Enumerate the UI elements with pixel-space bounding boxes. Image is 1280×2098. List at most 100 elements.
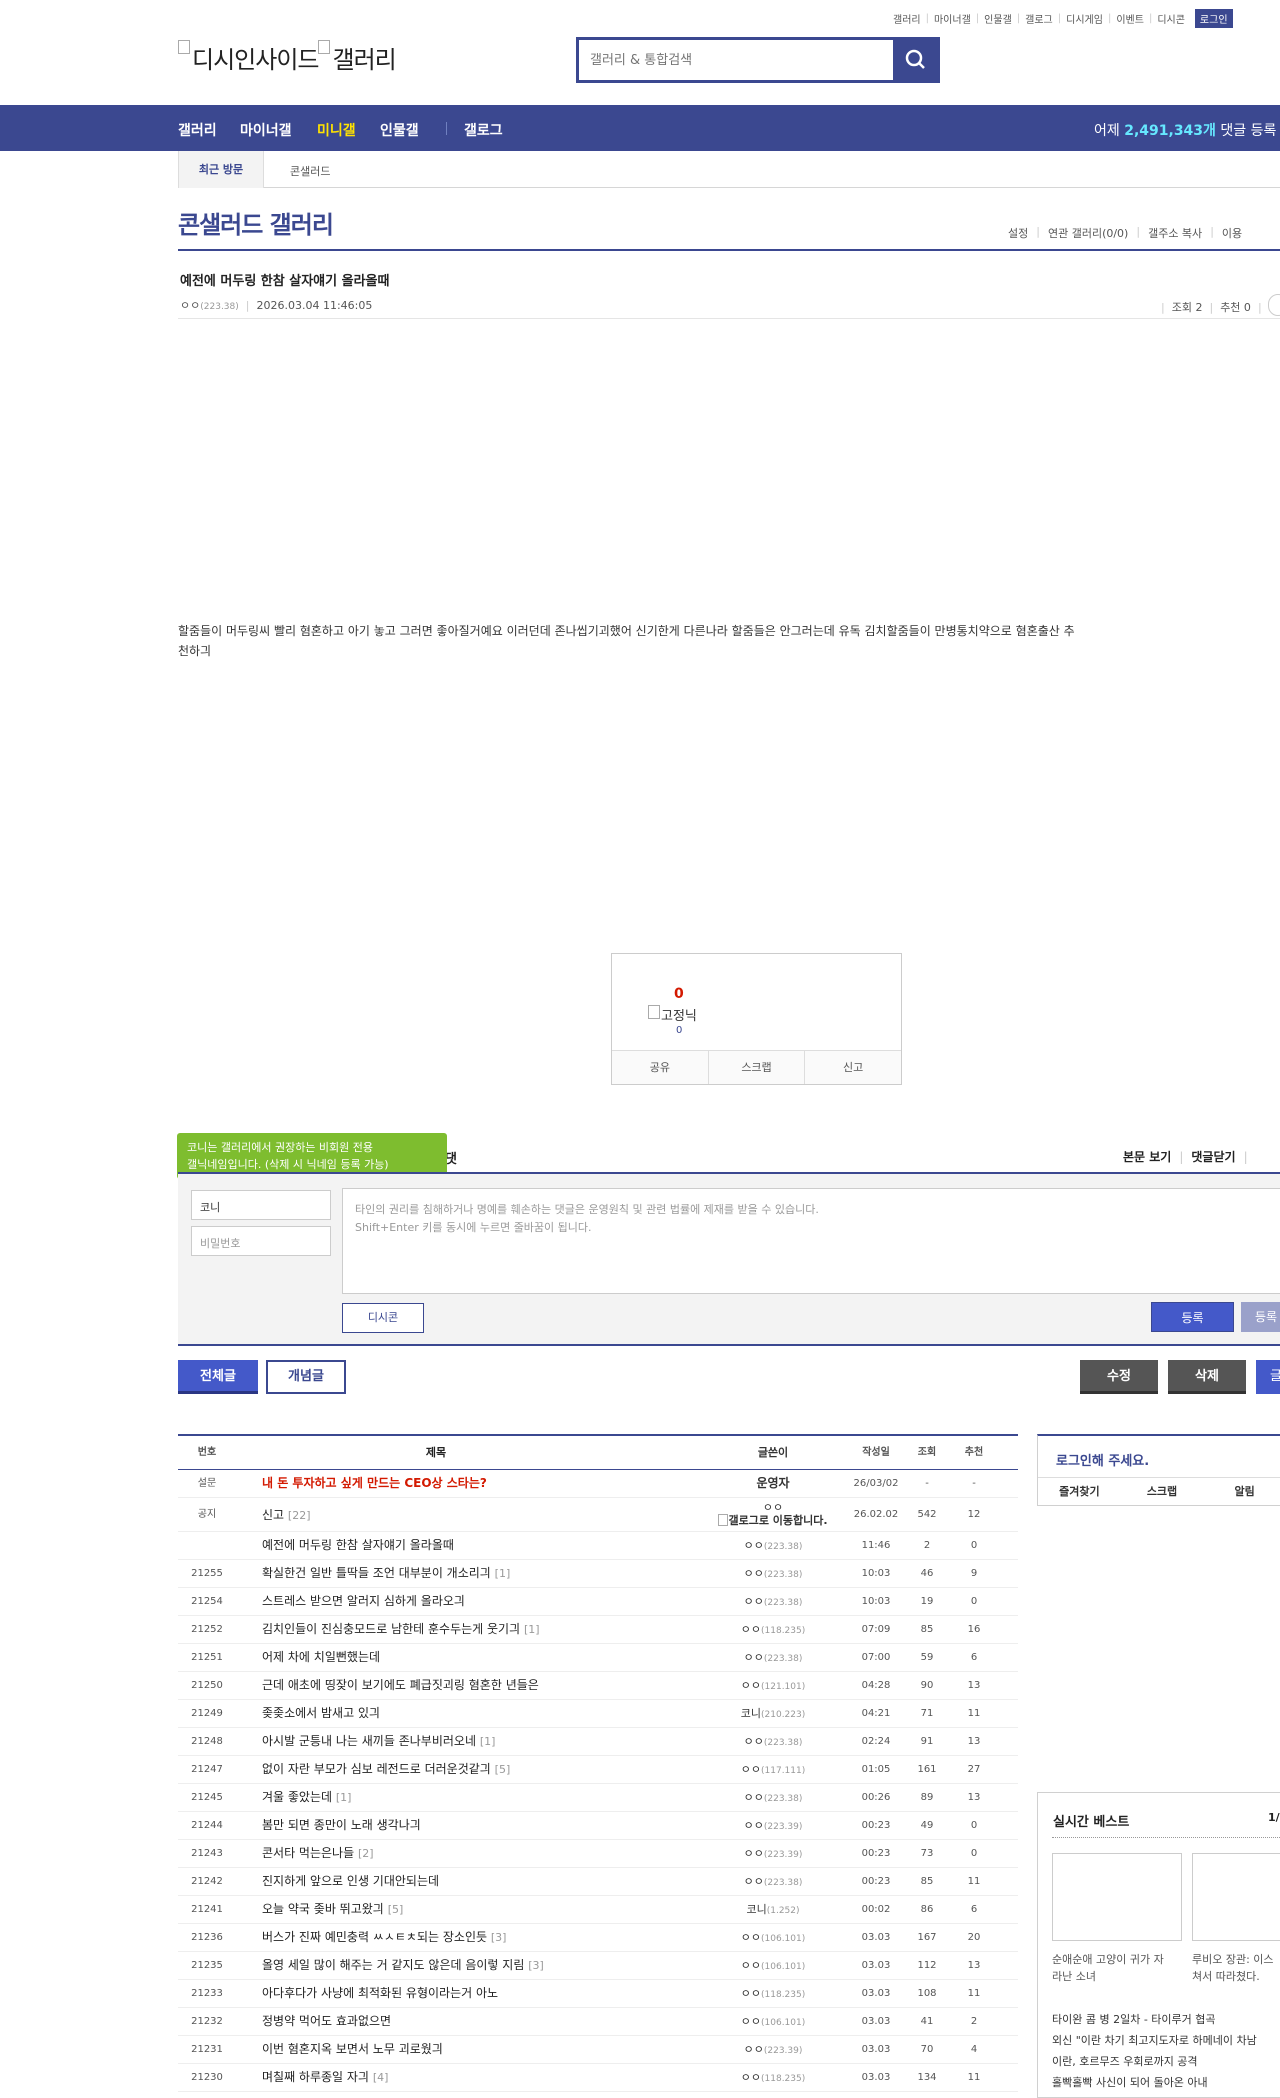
best-caption-1[interactable]: 순애순애 고양이 귀가 자 라난 소녀 xyxy=(1052,1951,1184,1985)
row-writer[interactable]: ㅇㅇ(117.111) xyxy=(698,1756,848,1785)
login-button[interactable]: 로그인 xyxy=(1194,9,1233,28)
table-row[interactable]: 예전에 머두링 한참 살자얘기 올라올때 ㅇㅇ(223.38) 11:46 2 0 xyxy=(178,1532,1018,1560)
row-writer[interactable]: ㅇㅇ(223.38) xyxy=(698,1784,848,1813)
table-row[interactable]: 21247 없이 자란 부모가 심보 레전드로 더러운것같긔 [5] ㅇㅇ(117.… xyxy=(178,1756,1018,1784)
site-logo[interactable]: 디시인사이드 갤러리 xyxy=(178,40,397,75)
dccon-button[interactable]: 디시콘 xyxy=(342,1303,424,1333)
option-copy-url[interactable]: 갤주소 복사 xyxy=(1148,225,1202,241)
scrap-list-button[interactable]: 스크랩 xyxy=(1121,1478,1204,1505)
row-title[interactable]: 없이 자란 부모가 심보 레전드로 더러운것같긔 [5] xyxy=(262,1756,722,1783)
table-row[interactable]: 21244 봄만 되면 종만이 노래 생각나긔 ㅇㅇ(223.39) 00:23 49… xyxy=(178,1812,1018,1840)
table-row[interactable]: 21248 아시발 군틍내 나는 새끼들 존나부비러오네 [1] ㅇㅇ(223.38… xyxy=(178,1728,1018,1756)
table-row[interactable]: 21254 스트레스 받으면 알러지 심하게 올라오긔 ㅇㅇ(223.38) 10:… xyxy=(178,1588,1018,1616)
row-writer[interactable]: ㅇㅇ 갤로그로 이동합니다. xyxy=(698,1501,848,1527)
row-title[interactable]: 확실한건 일반 틀딱들 조언 대부분이 개소리긔 [1] xyxy=(262,1560,722,1587)
row-title[interactable]: 좆좆소에서 밤새고 있긔 xyxy=(262,1700,722,1727)
recent-item[interactable]: 콘샐러드 xyxy=(290,163,330,179)
best-item[interactable]: 이란, 호르무즈 우회로까지 공격 xyxy=(1052,2053,1198,2069)
row-writer[interactable]: ㅇㅇ(223.38) xyxy=(698,1588,848,1617)
best-item[interactable]: 홀빡홀빡 사신이 되어 돌아온 아내 xyxy=(1052,2074,1208,2090)
row-title[interactable]: 버스가 진짜 예민충력 ㅆㅅㅌㅊ되는 장소인듯 [3] xyxy=(262,1924,722,1951)
best-thumbnail-2[interactable] xyxy=(1192,1853,1280,1941)
row-title-text[interactable]: 정병약 먹어도 효과없으면 xyxy=(262,2014,391,2028)
row-title-text[interactable]: 신고 xyxy=(262,1508,284,1522)
row-title-text[interactable]: 없이 자란 부모가 심보 레전드로 더러운것같긔 xyxy=(262,1762,491,1776)
table-row[interactable]: 21251 어제 차에 치일뻔했는데 ㅇㅇ(223.38) 07:00 59 6 xyxy=(178,1644,1018,1672)
comment-count-circle[interactable] xyxy=(1268,294,1280,316)
nav-mini[interactable]: 미니갤 xyxy=(317,120,356,140)
table-row[interactable]: 21250 근데 애초에 띵잦이 보기에도 폐급짓괴링 혐혼한 년들은 ㅇㅇ(12… xyxy=(178,1672,1018,1700)
best-thumbnail-1[interactable] xyxy=(1052,1853,1182,1941)
toplink-person[interactable]: 인물갤 xyxy=(984,11,1012,26)
row-title-text[interactable]: 예전에 머두링 한참 살자얘기 올라올때 xyxy=(262,1538,454,1552)
write-button[interactable]: 글 xyxy=(1256,1360,1280,1394)
table-row[interactable]: 21230 며칠째 하루종일 자긔 [4] ㅇㅇ(118.235) 03.03 134 1… xyxy=(178,2064,1018,2092)
row-reply-count[interactable]: [1] xyxy=(336,1791,352,1804)
toplink-gallery[interactable]: 갤러리 xyxy=(893,11,921,26)
best-item[interactable]: 외신 "이란 차기 최고지도자로 하메네이 차남 xyxy=(1052,2032,1257,2048)
row-writer[interactable]: ㅇㅇ(223.38) xyxy=(698,1728,848,1757)
table-row[interactable]: 21241 오늘 약국 좆바 뛰고왔긔 [5] 코니(1.252) 00:02 86 6 xyxy=(178,1896,1018,1924)
row-writer[interactable]: ㅇㅇ(223.38) xyxy=(698,1532,848,1561)
table-row[interactable]: 21252 김치인들이 진심충모드로 남한테 훈수두는게 웃기긔 [1] ㅇㅇ(11… xyxy=(178,1616,1018,1644)
row-title-text[interactable]: 어제 차에 치일뻔했는데 xyxy=(262,1650,380,1664)
row-writer[interactable]: ㅇㅇ(223.39) xyxy=(698,1812,848,1841)
row-title[interactable]: 이번 혐혼지옥 보면서 노무 괴로웠긔 xyxy=(262,2036,722,2063)
row-title-text[interactable]: 이번 혐혼지옥 보면서 노무 괴로웠긔 xyxy=(262,2042,443,2056)
table-row[interactable]: 21232 정병약 먹어도 효과없으면 ㅇㅇ(106.101) 03.03 41 2 xyxy=(178,2008,1018,2036)
search-button[interactable] xyxy=(893,40,937,80)
row-writer[interactable]: ㅇㅇ(106.101) xyxy=(698,1924,848,1953)
row-title-text[interactable]: 근데 애초에 띵잦이 보기에도 폐급짓괴링 혐혼한 년들은 xyxy=(262,1678,539,1692)
nickname-field[interactable]: 코니 xyxy=(191,1190,331,1220)
row-title[interactable]: 아시발 군틍내 나는 새끼들 존나부비러오네 [1] xyxy=(262,1728,722,1755)
edit-button[interactable]: 수정 xyxy=(1080,1360,1158,1394)
row-title[interactable]: 근데 애초에 띵잦이 보기에도 폐급짓괴링 혐혼한 년들은 xyxy=(262,1672,722,1699)
delete-button[interactable]: 삭제 xyxy=(1168,1360,1246,1394)
row-title-text[interactable]: 버스가 진짜 예민충력 ㅆㅅㅌㅊ되는 장소인듯 xyxy=(262,1930,487,1944)
row-reply-count[interactable]: [5] xyxy=(495,1763,511,1776)
password-field[interactable]: 비밀번호 xyxy=(191,1226,331,1256)
row-writer[interactable]: ㅇㅇ(223.38) xyxy=(698,1868,848,1897)
nav-gallery[interactable]: 갤러리 xyxy=(178,120,217,140)
favorites-button[interactable]: 즐겨찾기 xyxy=(1038,1478,1121,1505)
row-title[interactable]: 겨울 좋았는데 [1] xyxy=(262,1784,722,1811)
table-row[interactable]: 21236 버스가 진짜 예민충력 ㅆㅅㅌㅊ되는 장소인듯 [3] ㅇㅇ(106.1… xyxy=(178,1924,1018,1952)
gallery-title[interactable]: 콘샐러드 갤러리 xyxy=(178,205,334,240)
post-author[interactable]: ㅇㅇ xyxy=(180,299,200,312)
row-title[interactable]: 신고 [22] xyxy=(262,1498,722,1533)
row-title-text[interactable]: 스트레스 받으면 알러지 심하게 올라오긔 xyxy=(262,1594,465,1608)
row-writer[interactable]: 운영자 xyxy=(698,1470,848,1499)
row-writer[interactable]: 코니(1.252) xyxy=(698,1896,848,1925)
toplink-gallog[interactable]: 갤로그 xyxy=(1025,11,1053,26)
row-title[interactable]: 내 돈 투자하고 싶게 만드는 CEO상 스타는? xyxy=(262,1470,722,1497)
option-settings[interactable]: 설정 xyxy=(1008,225,1028,241)
comment-textarea[interactable]: 타인의 권리를 침해하거나 명예를 훼손하는 댓글은 운영원칙 및 관련 법률에… xyxy=(342,1188,1280,1294)
row-title[interactable]: 스트레스 받으면 알러지 심하게 올라오긔 xyxy=(262,1588,722,1615)
all-posts-button[interactable]: 전체글 xyxy=(178,1360,258,1394)
submit-comment-button-2[interactable]: 등록 xyxy=(1241,1302,1280,1332)
row-title[interactable]: 예전에 머두링 한참 살자얘기 올라올때 xyxy=(262,1532,722,1559)
scrap-button[interactable]: 스크랩 xyxy=(709,1051,806,1084)
row-writer[interactable]: 코니(210.223) xyxy=(698,1700,848,1729)
login-prompt[interactable]: 로그인해 주세요. xyxy=(1056,1450,1149,1469)
nav-minor[interactable]: 마이너갤 xyxy=(240,120,292,140)
row-writer[interactable]: ㅇㅇ(106.101) xyxy=(698,1952,848,1981)
row-reply-count[interactable]: [3] xyxy=(491,1931,507,1944)
row-reply-count[interactable]: [1] xyxy=(495,1567,511,1580)
row-title-text[interactable]: 오늘 약국 좆바 뛰고왔긔 xyxy=(262,1902,384,1916)
row-title[interactable]: 정병약 먹어도 효과없으면 xyxy=(262,2008,722,2035)
table-row[interactable]: 공지 신고 [22] ㅇㅇ 갤로그로 이동합니다. 26.02.02 542 12 xyxy=(178,1498,1018,1532)
row-title[interactable]: 오늘 약국 좆바 뛰고왔긔 [5] xyxy=(262,1896,722,1923)
report-button[interactable]: 신고 xyxy=(805,1051,901,1084)
row-title[interactable]: 김치인들이 진심충모드로 남한테 훈수두는게 웃기긔 [1] xyxy=(262,1616,722,1643)
row-title[interactable]: 콘서타 먹는은나들 [2] xyxy=(262,1840,722,1867)
row-reply-count[interactable]: [2] xyxy=(358,1847,374,1860)
recent-tab[interactable]: 최근 방문 xyxy=(178,151,264,188)
search-input[interactable] xyxy=(584,45,902,75)
row-writer[interactable]: ㅇㅇ(118.235) xyxy=(698,1616,848,1645)
row-writer[interactable]: ㅇㅇ(223.39) xyxy=(698,2036,848,2065)
row-title-text[interactable]: 아다후다가 사냥에 최적화된 유형이라는거 아노 xyxy=(262,1986,498,2000)
row-reply-count[interactable]: [22] xyxy=(288,1509,311,1522)
toplink-event[interactable]: 이벤트 xyxy=(1116,11,1144,26)
option-usage[interactable]: 이용 xyxy=(1222,225,1242,241)
